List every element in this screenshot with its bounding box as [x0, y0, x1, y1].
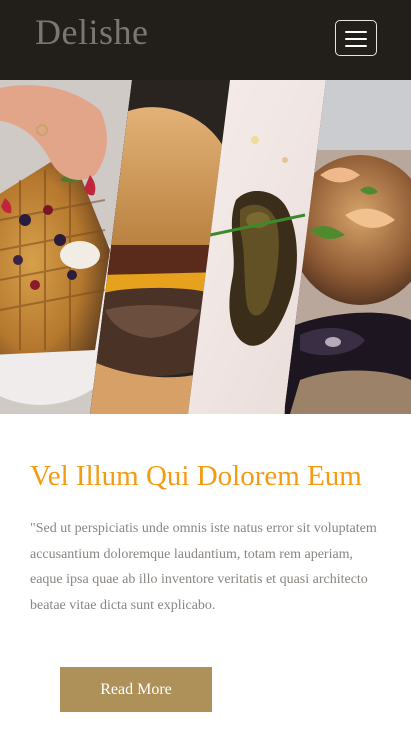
article-section: Vel Illum Qui Dolorem Eum "Sed ut perspi… — [0, 414, 411, 735]
hamburger-menu-icon[interactable] — [335, 20, 377, 56]
navbar: Delishe — [0, 0, 411, 80]
read-more-button[interactable]: Read More — [60, 667, 212, 712]
article-body: "Sed ut perspiciatis unde omnis iste nat… — [30, 521, 377, 613]
hero-image — [0, 80, 411, 414]
menu-icon-bar — [345, 45, 367, 47]
menu-icon-bar — [345, 38, 367, 40]
menu-icon-bar — [345, 31, 367, 33]
hero-food-collage — [0, 80, 411, 414]
brand-logo[interactable]: Delishe — [35, 12, 148, 52]
article-headline: Vel Illum Qui Dolorem Eum — [30, 460, 362, 492]
